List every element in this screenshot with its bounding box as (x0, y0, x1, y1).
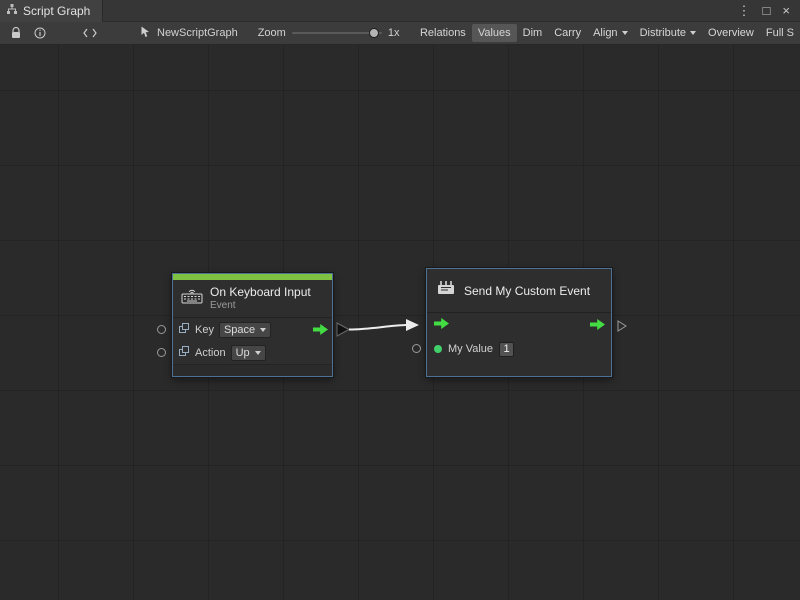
toolbar-buttons: Relations Values Dim Carry Align Distrib… (414, 22, 800, 44)
source-port-arrow-icon (337, 323, 349, 336)
pointer-icon (140, 26, 151, 41)
distribute-button[interactable]: Distribute (634, 24, 702, 42)
graph-breadcrumb[interactable]: NewScriptGraph (140, 26, 238, 41)
control-connection (0, 45, 800, 600)
relations-button[interactable]: Relations (414, 24, 472, 42)
my-value-input-port[interactable] (412, 344, 421, 353)
graph-canvas[interactable]: On Keyboard Input Event Key Space (0, 45, 800, 600)
key-port-label: Key (195, 324, 214, 336)
align-button[interactable]: Align (587, 24, 633, 42)
lock-icon[interactable] (4, 22, 28, 45)
close-icon[interactable]: × (782, 0, 790, 22)
overview-button[interactable]: Overview (702, 24, 760, 42)
chevron-down-icon (260, 328, 266, 332)
action-dropdown-value: Up (236, 347, 250, 359)
chevron-down-icon (622, 31, 628, 35)
node-subtitle: Event (210, 300, 311, 312)
key-dropdown[interactable]: Space (219, 322, 271, 338)
control-output-port[interactable] (590, 319, 605, 333)
distribute-button-label: Distribute (640, 27, 686, 39)
menu-icon[interactable]: ⋮ (738, 0, 751, 22)
control-flow-row (427, 313, 611, 337)
object-icon (179, 323, 190, 337)
script-graph-window: Script Graph ⋮ □ × (0, 0, 800, 600)
node-on-keyboard-input[interactable]: On Keyboard Input Event Key Space (172, 273, 333, 377)
my-value-label: My Value (448, 343, 493, 355)
control-output-port[interactable] (313, 324, 328, 338)
window-controls: ⋮ □ × (738, 0, 800, 22)
node-header: Send My Custom Event (427, 269, 611, 313)
wire-line (349, 325, 406, 330)
zoom-slider[interactable] (292, 27, 382, 39)
action-port-label: Action (195, 347, 226, 359)
node-send-my-custom-event[interactable]: Send My Custom Event My Value 1 (426, 268, 612, 377)
zoom-control: Zoom 1x (258, 27, 400, 39)
event-icon (437, 280, 455, 301)
script-graph-icon (6, 3, 18, 18)
graph-name: NewScriptGraph (157, 27, 238, 39)
chevron-down-icon (690, 31, 696, 35)
node-footer (173, 364, 332, 376)
chevron-down-icon (255, 351, 261, 355)
code-icon[interactable] (78, 22, 102, 45)
tab-title: Script Graph (23, 4, 90, 18)
key-port-row: Key Space (173, 318, 332, 341)
graph-toolbar: NewScriptGraph Zoom 1x Relations Values … (0, 22, 800, 45)
values-button[interactable]: Values (472, 24, 517, 42)
node-title: On Keyboard Input (210, 286, 311, 300)
carry-button[interactable]: Carry (548, 24, 587, 42)
node-footer (427, 361, 611, 376)
dim-button[interactable]: Dim (517, 24, 549, 42)
key-dropdown-value: Space (224, 324, 255, 336)
key-input-port[interactable] (157, 325, 166, 334)
action-input-port[interactable] (157, 348, 166, 357)
tab-script-graph[interactable]: Script Graph (0, 0, 103, 22)
maximize-icon[interactable]: □ (763, 0, 771, 22)
object-icon (179, 346, 190, 360)
node-header: On Keyboard Input Event (173, 280, 332, 318)
info-icon[interactable] (28, 22, 52, 45)
keyboard-icon (181, 289, 203, 309)
zoom-slider-handle[interactable] (369, 28, 379, 38)
action-dropdown[interactable]: Up (231, 345, 266, 361)
zoom-label: Zoom (258, 27, 286, 39)
align-button-label: Align (593, 27, 617, 39)
full-screen-button[interactable]: Full S (760, 24, 800, 42)
node-title: Send My Custom Event (464, 284, 590, 298)
my-value-input[interactable]: 1 (499, 342, 514, 357)
titlebar: Script Graph ⋮ □ × (0, 0, 800, 22)
zoom-value: 1x (388, 27, 400, 39)
action-port-row: Action Up (173, 341, 332, 364)
my-value-row: My Value 1 (427, 337, 611, 361)
wire-arrowhead-icon (406, 319, 419, 331)
control-input-port[interactable] (434, 318, 449, 332)
value-port-dot[interactable] (434, 345, 442, 353)
control-output-port-marker[interactable] (617, 319, 627, 337)
